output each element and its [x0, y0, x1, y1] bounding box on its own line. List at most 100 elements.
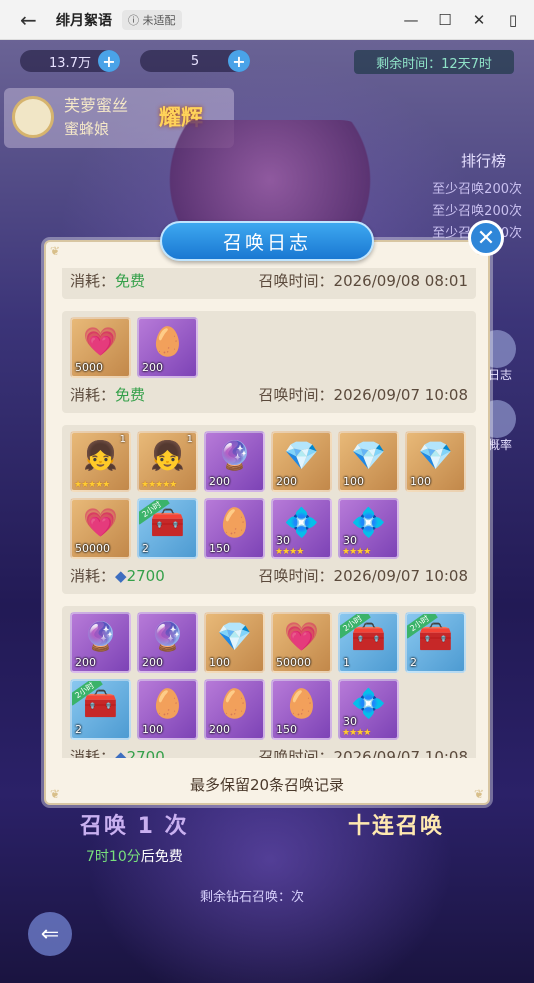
- cost-value: 免费: [115, 386, 146, 404]
- heart-cookie-icon: 💗: [284, 620, 319, 653]
- corner-ornament-icon: ❦: [50, 244, 61, 258]
- currency-1-add-button[interactable]: +: [98, 50, 120, 72]
- cost-value: 2700: [126, 748, 165, 758]
- diamond-shard-icon: 💎: [418, 439, 453, 472]
- reward-item[interactable]: 🥚 150: [271, 679, 332, 740]
- reward-item[interactable]: 💗 50000: [271, 612, 332, 673]
- character-name: 芙萝蜜丝: [64, 96, 129, 115]
- rarity-stars: ★★★★★: [141, 480, 177, 490]
- back-arrow-icon[interactable]: ←: [20, 8, 50, 32]
- summon-time-label: 召唤时间：: [258, 748, 334, 758]
- cost-label: 消耗：: [70, 272, 116, 290]
- reward-item[interactable]: 💠 30 ★★★★: [338, 498, 399, 559]
- cost-value: 2700: [126, 567, 165, 585]
- item-quantity: 200: [142, 656, 163, 669]
- reward-item[interactable]: 💗 5000: [70, 317, 131, 378]
- summon-time: 召唤时间：2026/09/07 10:08: [259, 746, 468, 758]
- cost-label: 消耗：: [70, 748, 116, 758]
- rates-side-label: 概率: [487, 438, 512, 452]
- reward-item[interactable]: 👧 1 ★★★★★: [70, 431, 131, 492]
- summon-time: 召唤时间：2026/09/08 08:01: [259, 270, 468, 291]
- diamond-icon: ◆: [115, 567, 127, 585]
- reward-item[interactable]: 💠 30 ★★★★: [338, 679, 399, 740]
- reward-item[interactable]: 🧰 2小时 1: [338, 612, 399, 673]
- reward-item[interactable]: 🥚 200: [204, 679, 265, 740]
- summon-once-button[interactable]: 召唤 1 次: [80, 808, 189, 840]
- ranking-row-1: 至少召唤200次: [432, 182, 522, 197]
- maximize-icon[interactable]: ☐: [438, 11, 452, 29]
- free-countdown-suffix: 后免费: [140, 849, 183, 865]
- reward-item[interactable]: 🔮 200: [204, 431, 265, 492]
- item-quantity: 1: [343, 656, 350, 669]
- dialog-close-button[interactable]: ✕: [468, 220, 504, 256]
- summon-ten-button[interactable]: 十连召唤: [348, 808, 444, 840]
- item-quantity: 200: [209, 475, 230, 488]
- app-title: 绯月絮语: [56, 12, 112, 29]
- diamond-shard-icon: 💎: [217, 620, 252, 653]
- diamond-shard-icon: 💎: [351, 439, 386, 472]
- item-quantity: 200: [276, 475, 297, 488]
- reward-item[interactable]: 💗 50000: [70, 498, 131, 559]
- return-button[interactable]: ⇐: [28, 912, 72, 956]
- item-quantity: 200: [75, 656, 96, 669]
- item-quantity: 2: [410, 656, 417, 669]
- cost-value: 免费: [115, 272, 146, 290]
- minimize-icon[interactable]: —: [404, 11, 419, 29]
- reward-item[interactable]: 💎 100: [338, 431, 399, 492]
- rarity-stars: ★★★★★: [74, 480, 110, 490]
- item-quantity: 100: [410, 475, 431, 488]
- event-timer: 剩余时间：12天7时: [354, 50, 514, 74]
- log-entry-meta: 消耗：免费 召唤时间：2026/09/08 08:01: [70, 270, 468, 291]
- reward-item[interactable]: 🧰 2小时 2: [70, 679, 131, 740]
- currency-2-add-button[interactable]: +: [228, 50, 250, 72]
- rarity-stars: ★★★★: [342, 728, 371, 738]
- reward-item[interactable]: 💎 100: [405, 431, 466, 492]
- item-level: 1: [186, 434, 193, 445]
- diamond-shard-icon: 💎: [284, 439, 319, 472]
- item-quantity: 200: [142, 361, 163, 374]
- reward-item[interactable]: 💎 200: [271, 431, 332, 492]
- reward-item[interactable]: 🥚 150: [204, 498, 265, 559]
- diamond-icon: ◆: [115, 748, 127, 758]
- side-panel-icon[interactable]: ▯: [506, 11, 520, 29]
- reward-item[interactable]: 🧰 2小时 2: [405, 612, 466, 673]
- free-countdown-time: 7时10分: [86, 849, 141, 865]
- reward-item[interactable]: 💠 30 ★★★★: [271, 498, 332, 559]
- rarity-stars: ★★★★: [275, 547, 304, 557]
- crystal-ball-icon: 🔮: [217, 439, 252, 472]
- reward-grid: 🔮 200 🔮 200 💎 100 💗 50000 🧰 2小时 1 🧰 2小时 2 🧰 2小时 2 🥚 100 🥚 20…: [70, 612, 468, 740]
- gold-egg-icon: 🥚: [217, 506, 252, 539]
- free-countdown: 7时10分后免费: [86, 846, 183, 866]
- gear-icon[interactable]: [12, 96, 54, 138]
- crystal-ball-icon: 🔮: [83, 620, 118, 653]
- gold-egg-icon: 🥚: [150, 325, 185, 358]
- currency-2-value: 5: [190, 53, 200, 69]
- reward-item[interactable]: 🧰 2小时 2: [137, 498, 198, 559]
- item-level: 1: [119, 434, 126, 445]
- window-titlebar: ← 绯月絮语 ⓘ 未适配 — ☐ ✕ ▯: [0, 0, 534, 40]
- gold-egg-icon: 🥚: [217, 687, 252, 720]
- summon-time-value: 2026/09/08 08:01: [333, 272, 468, 290]
- ranking-row-2: 至少召唤200次: [432, 204, 522, 219]
- summon-time: 召唤时间：2026/09/07 10:08: [259, 384, 468, 405]
- item-quantity: 2: [142, 542, 149, 555]
- close-icon[interactable]: ✕: [472, 11, 486, 29]
- reward-item[interactable]: 🥚 200: [137, 317, 198, 378]
- item-quantity: 50000: [75, 542, 110, 555]
- compat-badge-label: 未适配: [142, 13, 176, 27]
- reward-grid: 💗 5000 🥚 200: [70, 317, 468, 378]
- reward-item[interactable]: 💎 100: [204, 612, 265, 673]
- reward-item[interactable]: 🔮 200: [137, 612, 198, 673]
- reward-item[interactable]: 👧 1 ★★★★★: [137, 431, 198, 492]
- remaining-diamond-summons: 剩余钻石召唤：次: [200, 886, 304, 905]
- remaining-prefix: 剩余钻石召唤：: [200, 890, 292, 905]
- cost-info: 消耗：免费: [70, 384, 145, 405]
- reward-item[interactable]: 🔮 200: [70, 612, 131, 673]
- summon-time-label: 召唤时间：: [258, 272, 334, 290]
- reward-item[interactable]: 🥚 100: [137, 679, 198, 740]
- reward-grid: 👧 1 ★★★★★ 👧 1 ★★★★★ 🔮 200 💎 200 💎 100 💎 100 💗 50000 🧰 2小时…: [70, 431, 468, 559]
- remaining-suffix: 次: [291, 890, 305, 905]
- summon-log-list[interactable]: 消耗：免费 召唤时间：2026/09/08 08:01 💗 5000 🥚 200 消耗：免费…: [62, 268, 476, 758]
- ranking-title[interactable]: 排行榜: [461, 150, 506, 171]
- summon-time-value: 2026/09/07 10:08: [333, 748, 468, 758]
